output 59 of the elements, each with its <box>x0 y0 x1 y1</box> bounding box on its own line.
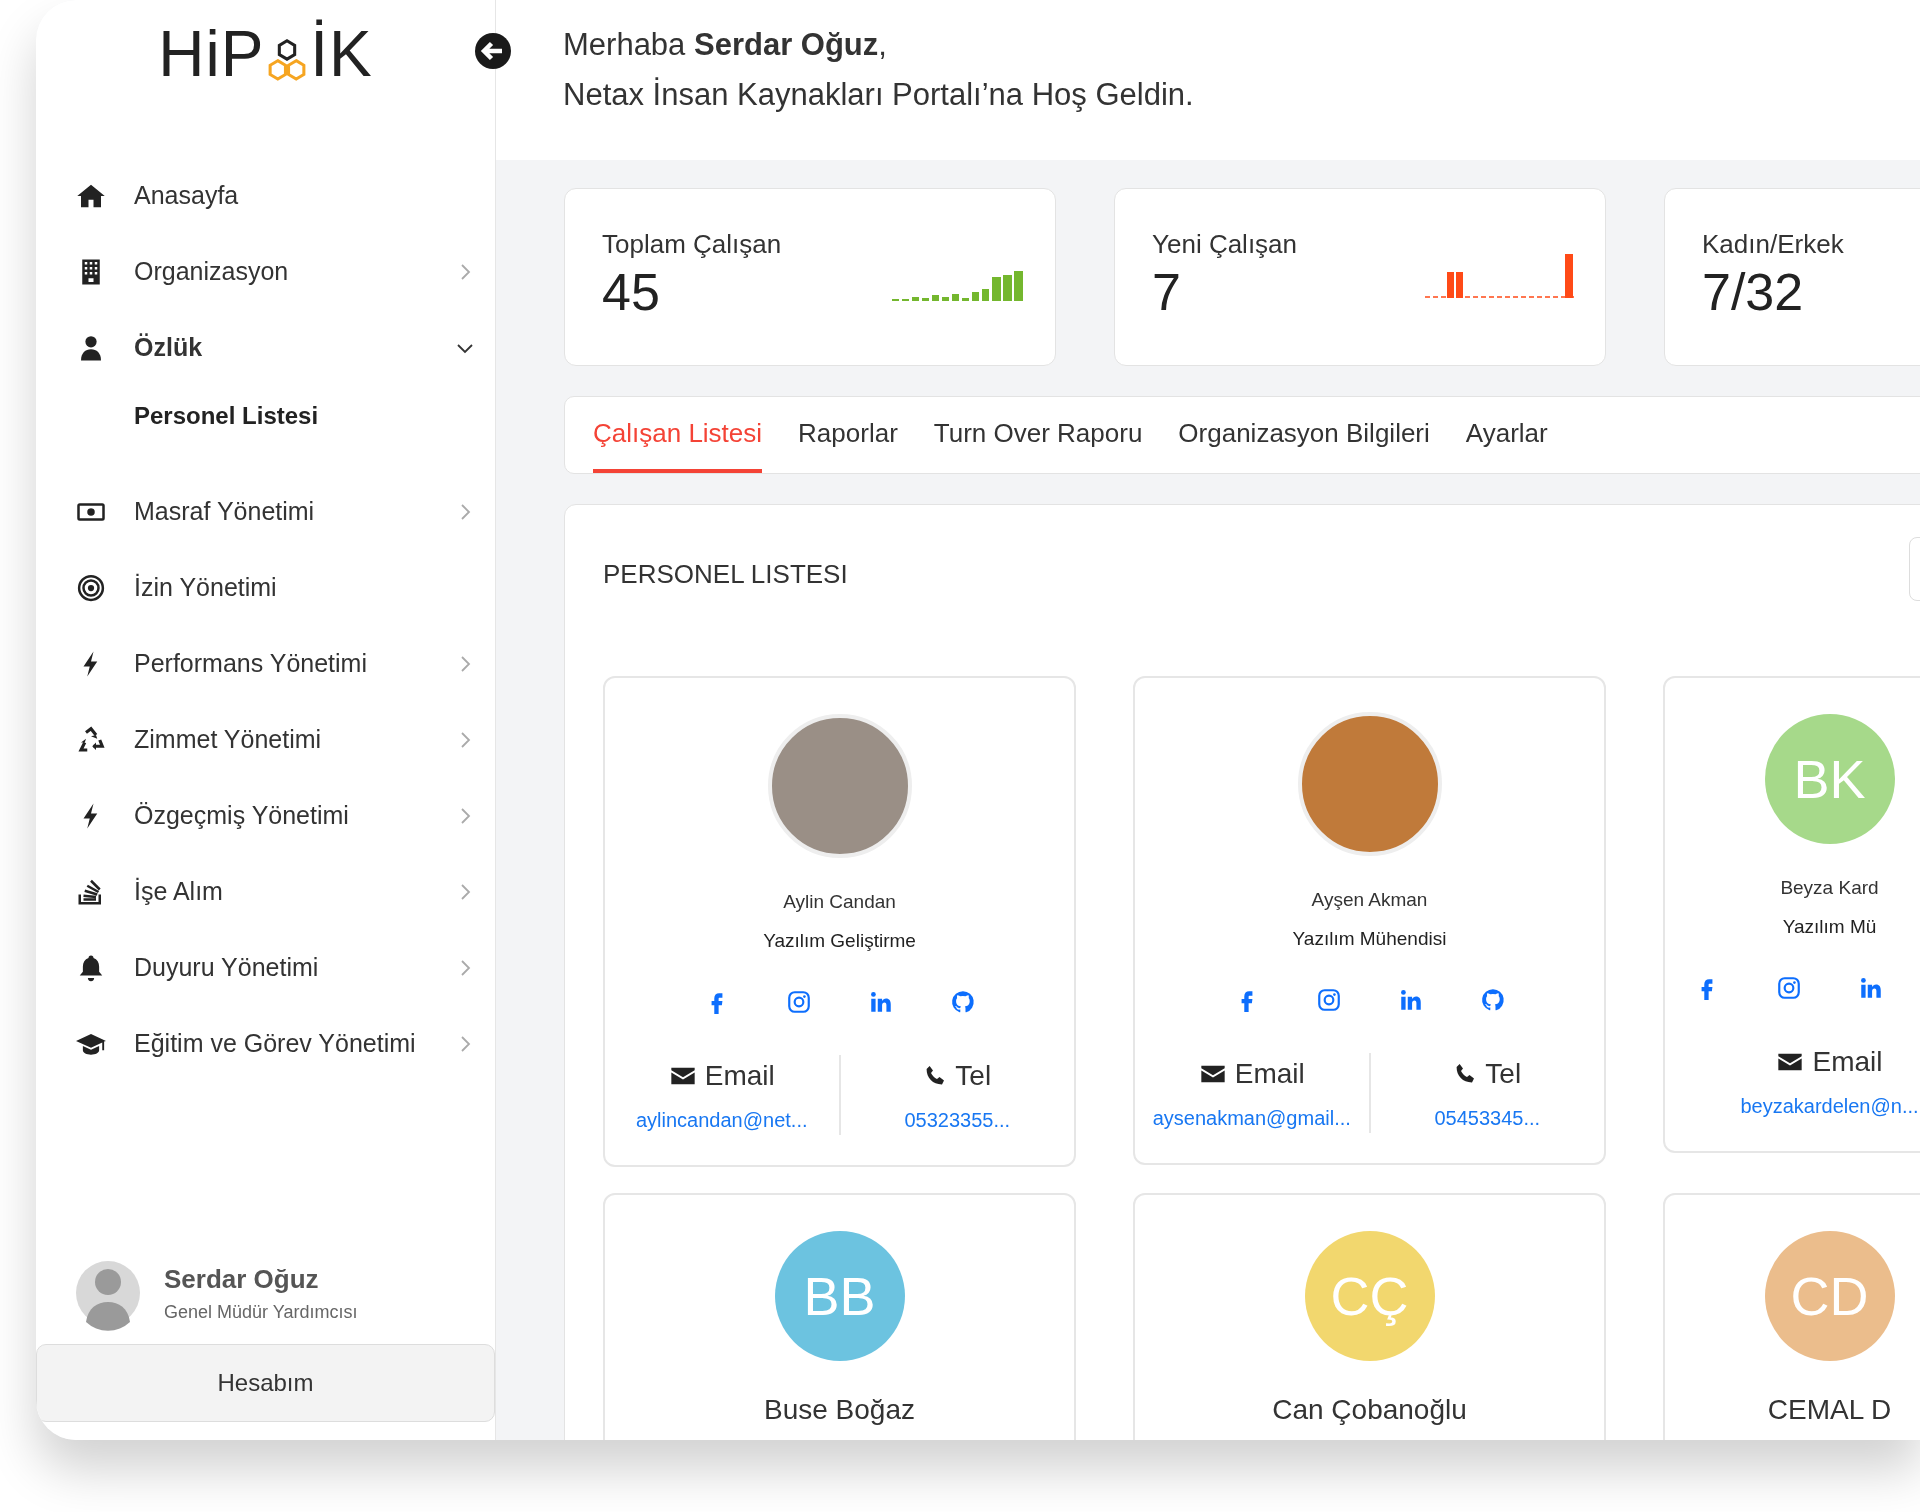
instagram-icon[interactable] <box>785 989 812 1015</box>
employee-name: Beyza Kard <box>1780 876 1879 900</box>
tab[interactable]: Raporlar <box>780 397 916 473</box>
phone-link[interactable]: 05453345... <box>1434 1103 1541 1133</box>
employee-role: Yazılım Mü <box>1782 914 1877 939</box>
sidebar-item[interactable]: İşe Alım <box>36 854 495 930</box>
recycle-icon <box>76 725 106 755</box>
instagram-icon[interactable] <box>1775 975 1802 1001</box>
instagram-icon[interactable] <box>1315 987 1342 1013</box>
employee-name: Ayşen Akman <box>1311 888 1428 912</box>
initials-avatar: CÇ <box>1304 1231 1435 1361</box>
greeting-text: Merhaba Serdar Oğuz, <box>563 26 888 64</box>
github-icon[interactable] <box>949 989 976 1015</box>
sidebar-item[interactable]: İzin Yönetimi <box>36 550 495 626</box>
stat-value: 45 <box>602 264 661 322</box>
sidebar-item[interactable]: Zimmet Yönetimi <box>36 702 495 778</box>
email-label: Email <box>1812 1045 1883 1079</box>
employee-name: CEMAL D <box>1767 1393 1892 1427</box>
phone-label: Tel <box>955 1059 992 1093</box>
sidebar-item[interactable]: Performans Yönetimi <box>36 626 495 702</box>
email-link[interactable]: beyzakardelen@n... <box>1740 1091 1919 1121</box>
sidebar-item[interactable]: Duyuru Yönetimi <box>36 930 495 1006</box>
github-icon[interactable] <box>1479 987 1506 1013</box>
initials-avatar: BB <box>774 1231 905 1361</box>
tab[interactable]: Turn Over Raporu <box>915 397 1161 473</box>
employee-name: Buse Boğaz <box>764 1393 915 1427</box>
tab[interactable]: Çalışan Listesi <box>593 397 763 473</box>
employee-name: Aylin Candan <box>783 890 896 914</box>
initials-avatar: CD <box>1764 1231 1895 1361</box>
sidebar-item[interactable]: Organizasyon <box>36 234 495 310</box>
email-label: Email <box>1234 1057 1305 1091</box>
sidebar-subitem[interactable]: Personel Listesi <box>36 386 495 446</box>
sidebar-item[interactable]: Özlük <box>36 310 495 386</box>
user-name: Serdar Oğuz <box>164 1263 320 1296</box>
stat-label: Toplam Çalışan <box>602 228 782 261</box>
email-label: Email <box>704 1059 775 1093</box>
employee-role: Yazılım Geliştirme <box>763 928 916 953</box>
account-button[interactable]: Hesabım <box>36 1344 495 1422</box>
initials-avatar: BK <box>1764 714 1895 844</box>
target-icon <box>76 573 106 603</box>
stat-value: 7 <box>1152 264 1182 322</box>
stat-label: Kadın/Erkek <box>1702 228 1844 261</box>
panel-title: PERSONEL LISTESI <box>603 558 848 591</box>
email-link[interactable]: aylincandan@net... <box>636 1105 808 1135</box>
stat-label: Yeni Çalışan <box>1152 228 1298 261</box>
stat-value: 7/32 <box>1702 264 1805 322</box>
welcome-text: Netax İnsan Kaynakları Portalı’na Hoş Geldin. <box>563 75 1195 114</box>
user-role: Genel Müdür Yardımcısı <box>164 1301 358 1324</box>
sidebar-item[interactable]: Özgeçmiş Yönetimi <box>36 778 495 854</box>
sidebar-item[interactable]: Anasayfa <box>36 158 495 234</box>
tab[interactable]: Organizasyon Bilgileri <box>1160 397 1448 473</box>
email-link[interactable]: aysenakman@gmail... <box>1152 1103 1351 1133</box>
employee-name: Can Çobanoğlu <box>1272 1393 1467 1427</box>
sidebar-item[interactable]: Eğitim ve Görev Yönetimi <box>36 1006 495 1082</box>
employee-role: Yazılım Mühendisi <box>1292 926 1447 951</box>
sidebar-item[interactable]: Masraf Yönetimi <box>36 474 495 550</box>
tab[interactable]: Ayarlar <box>1447 397 1566 473</box>
phone-label: Tel <box>1485 1057 1522 1091</box>
phone-link[interactable]: 05323355... <box>904 1105 1011 1135</box>
